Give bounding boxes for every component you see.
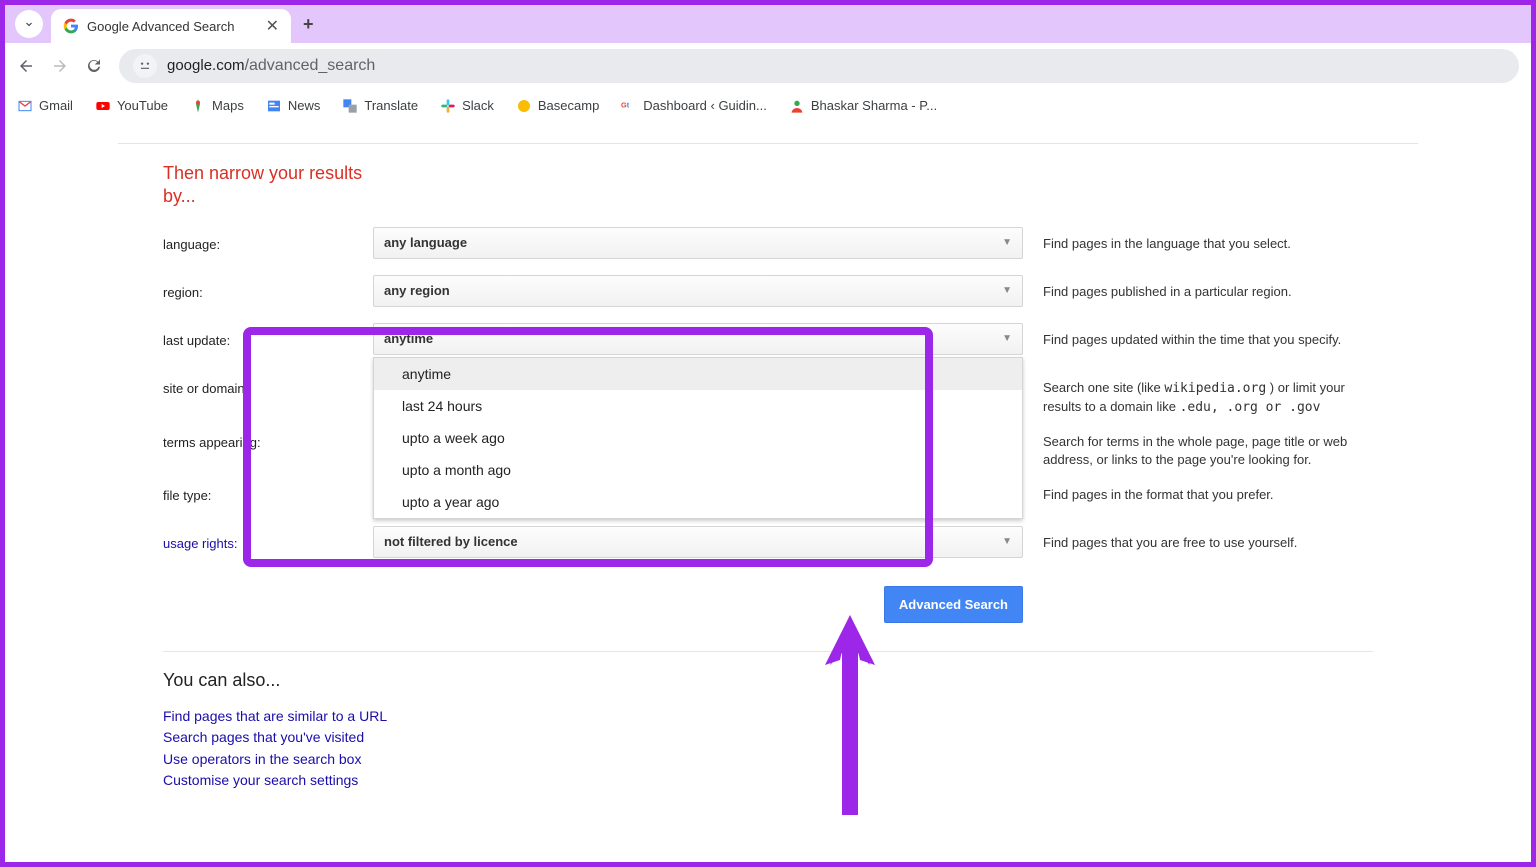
bookmark-basecamp[interactable]: Basecamp <box>516 98 599 114</box>
row-usage: usage rights: not filtered by licence▼ F… <box>163 526 1373 566</box>
bookmark-dashboard[interactable]: GtDashboard ‹ Guidin... <box>621 98 767 114</box>
new-tab-button[interactable]: + <box>303 14 314 35</box>
slack-icon <box>440 98 456 114</box>
bookmark-youtube[interactable]: YouTube <box>95 98 168 114</box>
help-last-update: Find pages updated within the time that … <box>1023 323 1373 349</box>
basecamp-icon <box>516 98 532 114</box>
dropdown-last-update[interactable]: anytime▼ <box>373 323 1023 355</box>
label-terms: terms appearing: <box>163 425 373 450</box>
label-usage[interactable]: usage rights: <box>163 526 373 551</box>
row-region: region: any region▼ Find pages published… <box>163 275 1373 315</box>
reload-button[interactable] <box>85 57 103 75</box>
label-language: language: <box>163 227 373 252</box>
url-text: google.com/advanced_search <box>167 57 375 75</box>
gmail-icon <box>17 98 33 114</box>
tab-close-button[interactable]: ✕ <box>266 16 279 36</box>
dashboard-icon: Gt <box>621 98 637 114</box>
label-site: site or domain: <box>163 371 373 396</box>
option-last-24-hours[interactable]: last 24 hours <box>374 390 1022 422</box>
youtube-icon <box>95 98 111 114</box>
link-similar-url[interactable]: Find pages that are similar to a URL <box>163 707 1373 727</box>
help-terms: Search for terms in the whole page, page… <box>1023 425 1373 469</box>
option-month-ago[interactable]: upto a month ago <box>374 454 1022 486</box>
chevron-down-icon: ▼ <box>1002 237 1012 248</box>
bookmark-gmail[interactable]: Gmail <box>17 98 73 114</box>
back-button[interactable] <box>17 57 35 75</box>
option-week-ago[interactable]: upto a week ago <box>374 422 1022 454</box>
tab-title: Google Advanced Search <box>87 19 258 34</box>
bookmark-maps[interactable]: Maps <box>190 98 244 114</box>
label-region: region: <box>163 275 373 300</box>
separator <box>163 651 1373 652</box>
option-anytime[interactable]: anytime <box>374 358 1022 390</box>
bookmark-bhaskar[interactable]: Bhaskar Sharma - P... <box>789 98 937 114</box>
address-bar[interactable]: google.com/advanced_search <box>119 49 1519 83</box>
link-visited-pages[interactable]: Search pages that you've visited <box>163 728 1373 748</box>
chevron-down-icon: ▼ <box>1002 536 1012 547</box>
browser-chrome: Google Advanced Search ✕ + google.com/ad… <box>5 5 1531 123</box>
bookmark-news[interactable]: News <box>266 98 321 114</box>
option-year-ago[interactable]: upto a year ago <box>374 486 1022 518</box>
svg-text:Gt: Gt <box>621 100 630 109</box>
narrow-results-title: Then narrow your results by... <box>163 162 363 209</box>
label-last-update: last update: <box>163 323 373 348</box>
link-customise[interactable]: Customise your search settings <box>163 771 1373 791</box>
browser-tab[interactable]: Google Advanced Search ✕ <box>51 9 291 43</box>
help-region: Find pages published in a particular reg… <box>1023 275 1373 301</box>
dropdown-region[interactable]: any region▼ <box>373 275 1023 307</box>
chevron-down-icon <box>23 18 35 30</box>
page-content: Then narrow your results by... language:… <box>5 123 1531 862</box>
advanced-search-button[interactable]: Advanced Search <box>884 586 1023 623</box>
bookmarks-bar: Gmail YouTube Maps News Translate Slack … <box>5 89 1531 123</box>
translate-icon <box>342 98 358 114</box>
help-usage: Find pages that you are free to use your… <box>1023 526 1373 552</box>
dropdown-last-update-list: anytime last 24 hours upto a week ago up… <box>373 357 1023 519</box>
news-icon <box>266 98 282 114</box>
dropdown-language[interactable]: any language▼ <box>373 227 1023 259</box>
bookmark-translate[interactable]: Translate <box>342 98 418 114</box>
site-settings-icon[interactable] <box>133 54 157 78</box>
tab-bar: Google Advanced Search ✕ + <box>5 5 1531 43</box>
label-filetype: file type: <box>163 478 373 503</box>
help-site: Search one site (like wikipedia.org ) or… <box>1023 371 1373 417</box>
row-last-update: last update: anytime▼ anytime last 24 ho… <box>163 323 1373 363</box>
help-language: Find pages in the language that you sele… <box>1023 227 1373 253</box>
tab-search-menu[interactable] <box>15 10 43 38</box>
you-can-also-title: You can also... <box>163 670 1373 691</box>
bookmark-slack[interactable]: Slack <box>440 98 494 114</box>
maps-icon <box>190 98 206 114</box>
dropdown-usage[interactable]: not filtered by licence▼ <box>373 526 1023 558</box>
chevron-down-icon: ▼ <box>1002 285 1012 296</box>
person-icon <box>789 98 805 114</box>
forward-button[interactable] <box>51 57 69 75</box>
nav-bar: google.com/advanced_search <box>5 43 1531 89</box>
link-operators[interactable]: Use operators in the search box <box>163 750 1373 770</box>
chevron-down-icon: ▼ <box>1002 333 1012 344</box>
also-links: Find pages that are similar to a URL Sea… <box>163 707 1373 791</box>
help-filetype: Find pages in the format that you prefer… <box>1023 478 1373 504</box>
google-favicon-icon <box>63 18 79 34</box>
row-language: language: any language▼ Find pages in th… <box>163 227 1373 267</box>
